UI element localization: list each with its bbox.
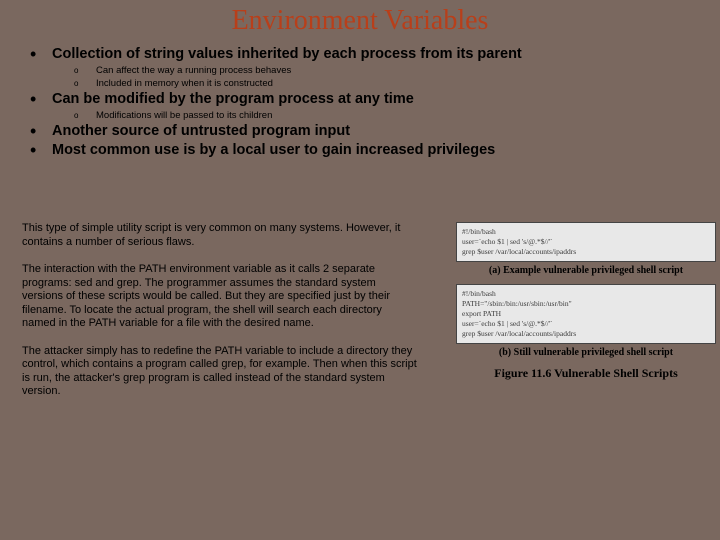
body-area: This type of simple utility script is ve… — [22, 222, 702, 413]
para-1: This type of simple utility script is ve… — [22, 222, 417, 249]
bullet-1: • Collection of string values inherited … — [30, 45, 700, 63]
caption-b: (b) Still vulnerable privileged shell sc… — [456, 347, 716, 358]
code-example-b: #!/bin/bash PATH="/sbin:/bin:/usr/sbin:/… — [456, 284, 716, 344]
slide-title: Environment Variables — [0, 0, 720, 45]
circle-icon: o — [74, 109, 96, 122]
bullet-2: • Can be modified by the program process… — [30, 90, 700, 108]
para-2: The interaction with the PATH environmen… — [22, 263, 417, 331]
sub-text: Modifications will be passed to its chil… — [96, 109, 272, 122]
bullet-icon: • — [30, 45, 52, 63]
bullet-icon: • — [30, 122, 52, 140]
bullet-list: • Collection of string values inherited … — [0, 45, 720, 159]
bullet-icon: • — [30, 90, 52, 108]
bullet-text: Can be modified by the program process a… — [52, 90, 414, 108]
sub-bullet: o Can affect the way a running process b… — [74, 64, 700, 77]
circle-icon: o — [74, 77, 96, 90]
sub-bullet: o Modifications will be passed to its ch… — [74, 109, 700, 122]
bullet-icon: • — [30, 141, 52, 159]
bullet-3: • Another source of untrusted program in… — [30, 122, 700, 140]
figure-title: Figure 11.6 Vulnerable Shell Scripts — [456, 366, 716, 381]
sub-text: Included in memory when it is constructe… — [96, 77, 273, 90]
sub-bullet: o Included in memory when it is construc… — [74, 77, 700, 90]
circle-icon: o — [74, 64, 96, 77]
bullet-text: Collection of string values inherited by… — [52, 45, 522, 63]
bullet-text: Most common use is by a local user to ga… — [52, 141, 495, 159]
sub-text: Can affect the way a running process beh… — [96, 64, 291, 77]
code-example-a: #!/bin/bash user=`echo $1 | sed 's/@.*$/… — [456, 222, 716, 262]
figure-panel: #!/bin/bash user=`echo $1 | sed 's/@.*$/… — [456, 222, 716, 381]
para-3: The attacker simply has to redefine the … — [22, 345, 417, 399]
paragraphs: This type of simple utility script is ve… — [22, 222, 417, 413]
bullet-4: • Most common use is by a local user to … — [30, 141, 700, 159]
caption-a: (a) Example vulnerable privileged shell … — [456, 265, 716, 276]
bullet-text: Another source of untrusted program inpu… — [52, 122, 350, 140]
